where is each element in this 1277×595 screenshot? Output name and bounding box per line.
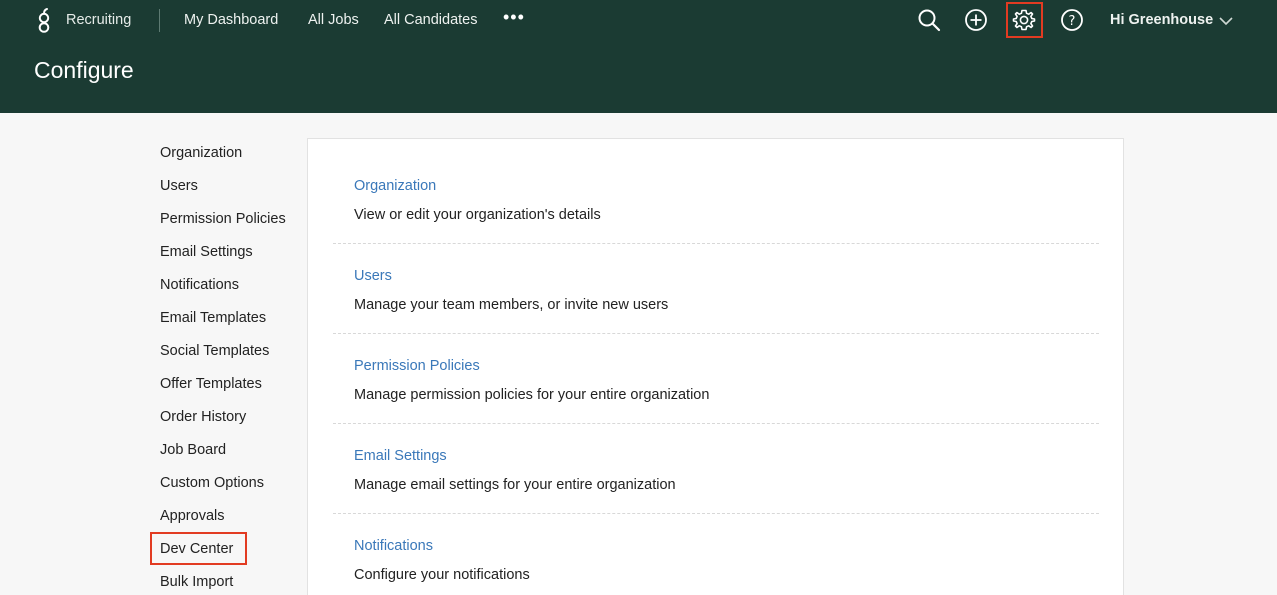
section-link-notifications[interactable]: Notifications — [354, 538, 433, 554]
section-description: Configure your notifications — [354, 567, 530, 583]
nav-divider — [159, 9, 160, 32]
brand-label[interactable]: Recruiting — [66, 12, 131, 28]
help-icon[interactable]: ? — [1059, 7, 1085, 33]
svg-text:?: ? — [1069, 14, 1076, 29]
sidebar-item-order-history[interactable]: Order History — [160, 409, 246, 425]
nav-all-candidates[interactable]: All Candidates — [384, 12, 478, 28]
section-description: Manage your team members, or invite new … — [354, 297, 669, 313]
section-description: Manage permission policies for your enti… — [354, 387, 710, 403]
section-link-users[interactable]: Users — [354, 268, 392, 284]
sidebar-item-permission-policies[interactable]: Permission Policies — [160, 211, 286, 227]
search-icon[interactable] — [916, 7, 942, 33]
top-header: Recruiting My Dashboard All Jobs All Can… — [0, 0, 1277, 113]
sidebar-item-approvals[interactable]: Approvals — [160, 508, 224, 524]
add-icon[interactable] — [963, 7, 989, 33]
more-menu-button[interactable]: ••• — [503, 7, 525, 28]
sidebar-item-notifications[interactable]: Notifications — [160, 277, 239, 293]
sidebar-item-email-templates[interactable]: Email Templates — [160, 310, 266, 326]
sidebar-item-organization[interactable]: Organization — [160, 145, 242, 161]
config-section-notifications: Notifications Configure your notificatio… — [333, 514, 1099, 595]
sidebar-item-social-templates[interactable]: Social Templates — [160, 343, 269, 359]
config-section-organization: Organization View or edit your organizat… — [333, 154, 1099, 244]
config-section-users: Users Manage your team members, or invit… — [333, 244, 1099, 334]
gear-highlight-box — [1006, 2, 1043, 38]
config-section-permission-policies: Permission Policies Manage permission po… — [333, 334, 1099, 424]
nav-my-dashboard[interactable]: My Dashboard — [184, 12, 278, 28]
config-section-email-settings: Email Settings Manage email settings for… — [333, 424, 1099, 514]
configure-panel: Organization View or edit your organizat… — [307, 138, 1124, 595]
section-description: View or edit your organization's details — [354, 207, 601, 223]
chevron-down-icon[interactable] — [1218, 15, 1234, 27]
section-link-permission-policies[interactable]: Permission Policies — [354, 358, 480, 374]
sidebar-item-bulk-import[interactable]: Bulk Import — [160, 574, 233, 590]
page-title: Configure — [34, 57, 134, 83]
sidebar-item-email-settings[interactable]: Email Settings — [160, 244, 253, 260]
user-menu-label[interactable]: Hi Greenhouse — [1110, 12, 1213, 28]
sidebar-item-users[interactable]: Users — [160, 178, 198, 194]
section-link-email-settings[interactable]: Email Settings — [354, 448, 447, 464]
nav-all-jobs[interactable]: All Jobs — [308, 12, 359, 28]
section-link-organization[interactable]: Organization — [354, 178, 436, 194]
sidebar-item-job-board[interactable]: Job Board — [160, 442, 226, 458]
section-description: Manage email settings for your entire or… — [354, 477, 676, 493]
sidebar-item-offer-templates[interactable]: Offer Templates — [160, 376, 262, 392]
dev-center-highlight-box — [150, 532, 247, 565]
sidebar-item-custom-options[interactable]: Custom Options — [160, 475, 264, 491]
greenhouse-logo-icon[interactable] — [34, 6, 54, 34]
